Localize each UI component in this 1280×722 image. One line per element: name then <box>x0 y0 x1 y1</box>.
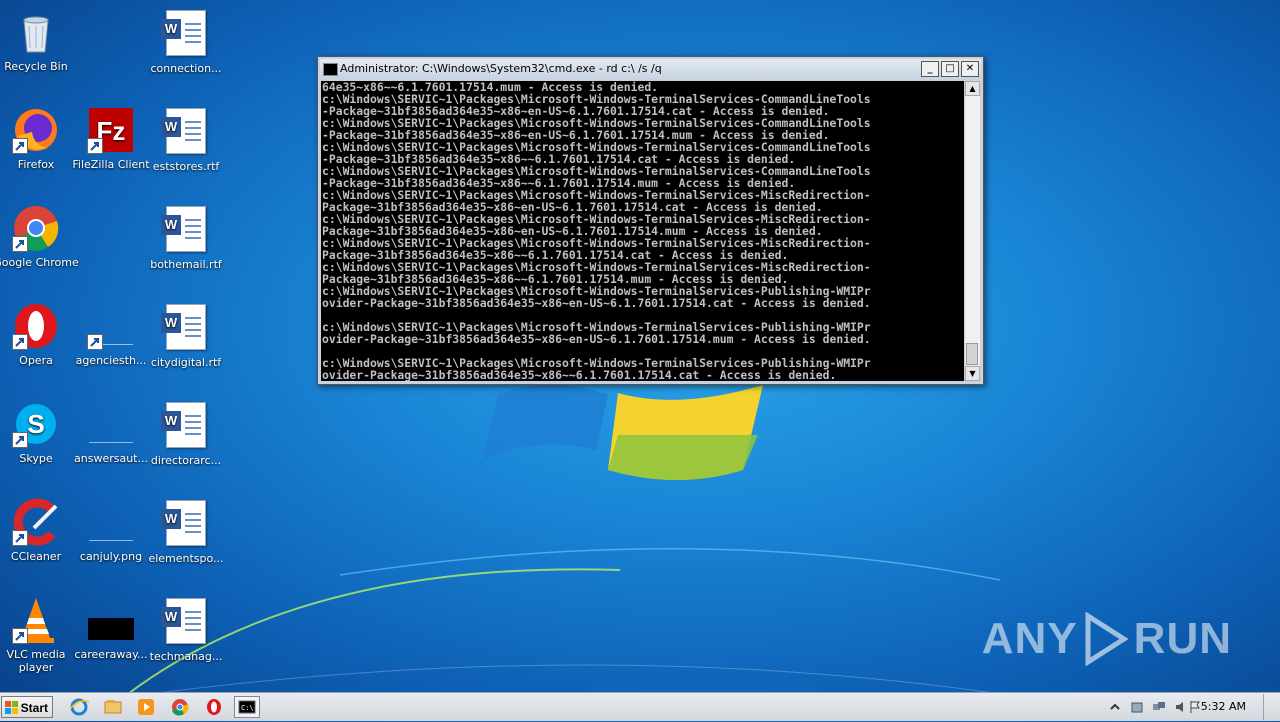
black-thumbnail-icon <box>87 596 135 644</box>
shortcut-arrow-icon <box>12 432 28 448</box>
desktop-icon-label: bothemail.rtf <box>150 258 222 271</box>
shortcut-arrow-icon <box>12 236 28 252</box>
desktop-icon-label: answersaut... <box>74 452 148 465</box>
word-document-icon: W <box>161 206 210 254</box>
word-document-icon: W <box>161 598 210 646</box>
scroll-down-arrow-icon[interactable]: ▼ <box>965 366 980 381</box>
desktop-icon-label: Recycle Bin <box>4 60 68 73</box>
vlc-icon <box>12 596 60 644</box>
desktop-icon-recycle-bin[interactable]: Recycle Bin <box>0 8 79 73</box>
show-desktop-button[interactable] <box>1263 694 1280 720</box>
taskbar-media-player[interactable] <box>133 696 159 718</box>
chrome-icon <box>172 699 189 716</box>
desktop-icon-google-chrome[interactable]: Google Chrome <box>0 204 79 269</box>
recycle-bin-icon <box>12 8 60 56</box>
desktop-icon-label: connection... <box>150 62 222 75</box>
action-center-icon[interactable] <box>1130 700 1144 714</box>
cmd-window-title: Administrator: C:\Windows\System32\cmd.e… <box>340 62 662 75</box>
desktop-icon-bothemail[interactable]: W bothemail.rtf <box>143 204 229 271</box>
desktop-icon-connection[interactable]: W connection... <box>143 8 229 75</box>
scroll-thumb[interactable] <box>966 343 978 365</box>
ccleaner-icon <box>12 498 60 546</box>
cmd-scrollbar[interactable]: ▲ ▼ <box>964 81 980 381</box>
desktop-icon-label: Google Chrome <box>0 256 79 269</box>
shortcut-arrow-icon <box>12 334 28 350</box>
ie-icon <box>69 698 90 716</box>
watermark-right: RUN <box>1133 614 1232 663</box>
desktop-icon-canjuly[interactable]: canjuly.png <box>68 498 154 563</box>
filezilla-icon: Fz <box>87 106 135 154</box>
volume-icon[interactable] <box>1174 700 1188 714</box>
cmd-icon: C:\ <box>238 700 256 714</box>
show-hidden-icons-icon[interactable] <box>1108 700 1122 714</box>
desktop-icon-elementspo[interactable]: W elementspo... <box>143 498 229 565</box>
shortcut-arrow-icon <box>87 334 103 350</box>
start-button[interactable]: Start <box>1 696 53 718</box>
start-label: Start <box>20 701 48 715</box>
shortcut-arrow-icon <box>12 530 28 546</box>
shortcut-arrow-icon <box>87 138 103 154</box>
desktop-icon-label: canjuly.png <box>79 550 143 563</box>
word-document-icon: W <box>161 108 210 156</box>
taskbar-clock[interactable]: 5:32 AM <box>1201 693 1246 721</box>
windows-logo-wallpaper <box>483 385 763 480</box>
maximize-button[interactable]: □ <box>941 61 959 77</box>
console-line: ovider-Package~31bf3856ad364e35~x86~en-U… <box>322 332 871 346</box>
desktop-icon-label: FileZilla Client <box>72 158 150 171</box>
desktop-icon-label: agenciesth... <box>75 354 147 367</box>
firefox-icon <box>12 106 60 154</box>
taskbar: Start C:\ 5:32 AM <box>0 692 1280 721</box>
desktop-icon-label: techmanag... <box>149 650 223 663</box>
minimize-button[interactable]: _ <box>921 61 939 77</box>
explorer-icon <box>104 700 122 714</box>
opera-icon <box>207 699 221 715</box>
opera-icon <box>12 302 60 350</box>
desktop-icon-label: elementspo... <box>148 552 224 565</box>
scroll-up-arrow-icon[interactable]: ▲ <box>965 81 980 96</box>
desktop-icon-label: careeraway... <box>74 648 148 661</box>
desktop-icon-citydigital[interactable]: W citydigital.rtf <box>143 302 229 369</box>
svg-text:S: S <box>27 409 44 439</box>
desktop-icon-eststores[interactable]: W eststores.rtf <box>143 106 229 173</box>
desktop-icon-agenciesth[interactable]: agenciesth... <box>68 302 154 367</box>
close-button[interactable]: ✕ <box>961 61 979 77</box>
desktop-icon-label: citydigital.rtf <box>150 356 222 369</box>
svg-text:C:\: C:\ <box>241 704 254 712</box>
blank-file-icon <box>87 302 135 350</box>
desktop-icon-answersaut[interactable]: answersaut... <box>68 400 154 465</box>
desktop-icon-filezilla[interactable]: Fz FileZilla Client <box>68 106 154 171</box>
watermark-left: ANY <box>981 614 1078 663</box>
word-document-icon: W <box>161 402 210 450</box>
desktop-icon-label: eststores.rtf <box>152 160 220 173</box>
chrome-icon <box>12 204 60 252</box>
shortcut-arrow-icon <box>12 628 28 644</box>
windows-flag-icon <box>5 701 18 714</box>
cmd-console-output[interactable]: 64e35~x86~~6.1.7601.17514.mum - Access i… <box>321 81 964 381</box>
console-line: ovider-Package~31bf3856ad364e35~x86~en-U… <box>322 296 871 310</box>
word-document-icon: W <box>161 304 210 352</box>
anyrun-watermark: ANY RUN <box>982 612 1232 666</box>
cmd-app-icon <box>323 63 338 76</box>
taskbar-explorer[interactable] <box>100 696 126 718</box>
shortcut-arrow-icon <box>12 138 28 154</box>
taskbar-opera[interactable] <box>201 696 227 718</box>
blank-file-icon <box>87 400 135 448</box>
desktop-icon-directorarc[interactable]: W directorarc... <box>143 400 229 467</box>
word-document-icon: W <box>161 10 210 58</box>
desktop-icon-techmanag[interactable]: W techmanag... <box>143 596 229 663</box>
word-document-icon: W <box>161 500 210 548</box>
desktop-icon-label: directorarc... <box>150 454 222 467</box>
taskbar-chrome[interactable] <box>167 696 193 718</box>
image-file-icon <box>87 498 135 546</box>
console-line: ovider-Package~31bf3856ad364e35~x86~~6.1… <box>322 368 837 381</box>
desktop-icon-careeraway[interactable]: careeraway... <box>68 596 154 661</box>
taskbar-internet-explorer[interactable] <box>66 696 92 718</box>
play-logo-icon <box>1085 612 1128 666</box>
media-player-icon <box>138 699 154 715</box>
network-icon[interactable] <box>1152 700 1166 714</box>
skype-icon: S <box>12 400 60 448</box>
taskbar-cmd[interactable]: C:\ <box>234 696 260 718</box>
cmd-window[interactable]: Administrator: C:\Windows\System32\cmd.e… <box>317 56 984 385</box>
cmd-title-bar[interactable]: Administrator: C:\Windows\System32\cmd.e… <box>320 59 981 79</box>
